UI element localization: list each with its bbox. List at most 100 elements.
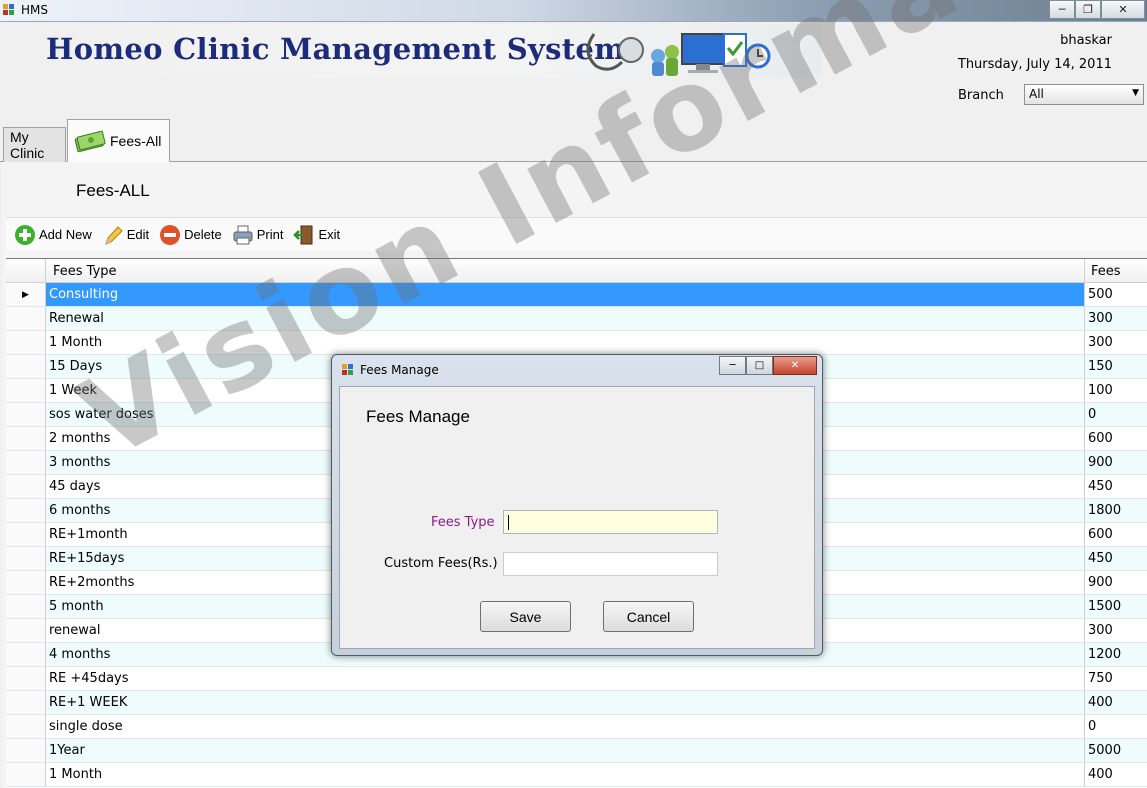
table-row[interactable]: RE +45days 750 <box>6 667 1147 691</box>
current-date: Thursday, July 14, 2011 <box>957 57 1112 72</box>
cell-fees[interactable]: 750 <box>1085 667 1147 690</box>
cell-fees-type[interactable]: 1 Month <box>46 331 1085 354</box>
cell-fees[interactable]: 5000 <box>1085 739 1147 762</box>
add-new-button[interactable]: Add New <box>12 222 94 248</box>
table-row[interactable]: 1Year 5000 <box>6 739 1147 763</box>
minimize-button[interactable]: ─ <box>1049 0 1075 19</box>
print-button[interactable]: Print <box>230 222 286 248</box>
close-icon: ✕ <box>790 360 800 371</box>
cell-fees[interactable]: 450 <box>1085 547 1147 570</box>
row-header[interactable] <box>6 667 46 690</box>
table-row[interactable]: 1 Month 400 <box>6 763 1147 787</box>
toolbar: Add New Edit Delete Print Exit <box>6 217 1147 251</box>
delete-button[interactable]: Delete <box>157 222 224 248</box>
row-header[interactable] <box>6 763 46 786</box>
cell-fees[interactable]: 0 <box>1085 715 1147 738</box>
table-row[interactable]: RE+1 WEEK 400 <box>6 691 1147 715</box>
print-label: Print <box>256 227 284 242</box>
cell-fees-type[interactable]: 1Year <box>46 739 1085 762</box>
row-header[interactable] <box>6 691 46 714</box>
cell-fees-type[interactable]: Consulting <box>46 283 1085 306</box>
tab-fees-all[interactable]: Fees-All <box>67 119 170 162</box>
pencil-icon <box>104 225 123 245</box>
edit-button[interactable]: Edit <box>100 222 151 248</box>
window-title-bar: HMS ─ ❐ ✕ <box>0 0 1147 22</box>
table-row[interactable]: Renewal 300 <box>6 307 1147 331</box>
add-new-label: Add New <box>39 227 92 242</box>
row-header[interactable] <box>6 571 46 594</box>
row-header[interactable] <box>6 307 46 330</box>
branch-select[interactable]: All ▼ <box>1024 84 1144 105</box>
cell-fees[interactable]: 150 <box>1085 355 1147 378</box>
edit-label: Edit <box>126 227 150 242</box>
exit-door-icon <box>293 225 313 244</box>
table-row[interactable]: single dose 0 <box>6 715 1147 739</box>
cell-fees[interactable]: 300 <box>1085 307 1147 330</box>
cell-fees[interactable]: 400 <box>1085 691 1147 714</box>
dialog-title: Fees Manage <box>360 363 439 377</box>
row-header[interactable] <box>6 715 46 738</box>
cell-fees[interactable]: 0 <box>1085 403 1147 426</box>
row-header[interactable] <box>6 523 46 546</box>
cell-fees-type[interactable]: RE+1 WEEK <box>46 691 1085 714</box>
exit-label: Exit <box>318 227 341 242</box>
row-header[interactable] <box>6 739 46 762</box>
cancel-button[interactable]: Cancel <box>603 601 694 632</box>
close-icon: ✕ <box>1118 3 1128 16</box>
restore-icon: ❐ <box>1083 3 1093 16</box>
cell-fees-type[interactable]: single dose <box>46 715 1085 738</box>
row-header[interactable] <box>6 619 46 642</box>
add-icon <box>15 224 35 245</box>
column-header-fees[interactable]: Fees <box>1085 259 1147 282</box>
cell-fees[interactable]: 1200 <box>1085 643 1147 666</box>
row-header[interactable] <box>6 379 46 402</box>
cell-fees[interactable]: 900 <box>1085 571 1147 594</box>
exit-button[interactable]: Exit <box>291 222 342 248</box>
cell-fees[interactable]: 600 <box>1085 523 1147 546</box>
row-header[interactable] <box>6 595 46 618</box>
dialog-close-button[interactable]: ✕ <box>773 356 817 375</box>
cell-fees-type[interactable]: RE +45days <box>46 667 1085 690</box>
row-header[interactable] <box>6 451 46 474</box>
tab-my-clinic-label: My Clinic <box>10 129 45 161</box>
row-pointer-icon[interactable]: ▶ <box>6 283 46 306</box>
row-header[interactable] <box>6 331 46 354</box>
cell-fees-type[interactable]: 1 Month <box>46 763 1085 786</box>
cell-fees[interactable]: 300 <box>1085 619 1147 642</box>
row-header[interactable] <box>6 403 46 426</box>
cell-fees[interactable]: 100 <box>1085 379 1147 402</box>
cell-fees[interactable]: 400 <box>1085 763 1147 786</box>
row-header[interactable] <box>6 355 46 378</box>
window-title: HMS <box>21 3 48 17</box>
row-header[interactable] <box>6 643 46 666</box>
fees-type-input[interactable] <box>503 510 718 534</box>
chevron-down-icon: ▼ <box>1132 88 1139 98</box>
tab-my-clinic[interactable]: My Clinic <box>3 127 66 162</box>
cell-fees[interactable]: 1500 <box>1085 595 1147 618</box>
minimize-icon: ─ <box>1058 3 1066 16</box>
restore-button[interactable]: ❐ <box>1075 0 1101 19</box>
cell-fees[interactable]: 900 <box>1085 451 1147 474</box>
row-header[interactable] <box>6 547 46 570</box>
fees-type-label: Fees Type <box>431 515 495 530</box>
branch-select-value: All <box>1029 87 1044 101</box>
save-button[interactable]: Save <box>480 601 571 632</box>
cell-fees[interactable]: 300 <box>1085 331 1147 354</box>
branch-label: Branch <box>958 88 1004 103</box>
cell-fees[interactable]: 1800 <box>1085 499 1147 522</box>
custom-fees-input[interactable] <box>503 552 718 576</box>
row-header[interactable] <box>6 499 46 522</box>
cell-fees-type[interactable]: Renewal <box>46 307 1085 330</box>
row-header[interactable] <box>6 475 46 498</box>
money-icon <box>74 130 106 152</box>
dialog-maximize-button[interactable]: □ <box>746 356 773 375</box>
table-row[interactable]: ▶ Consulting 500 <box>6 283 1147 307</box>
cell-fees[interactable]: 450 <box>1085 475 1147 498</box>
column-header-fees-type[interactable]: Fees Type <box>46 259 1085 282</box>
cell-fees[interactable]: 600 <box>1085 427 1147 450</box>
close-button[interactable]: ✕ <box>1101 0 1145 19</box>
table-row[interactable]: 1 Month 300 <box>6 331 1147 355</box>
cell-fees[interactable]: 500 <box>1085 283 1147 306</box>
row-header[interactable] <box>6 427 46 450</box>
dialog-minimize-button[interactable]: ─ <box>719 356 746 375</box>
